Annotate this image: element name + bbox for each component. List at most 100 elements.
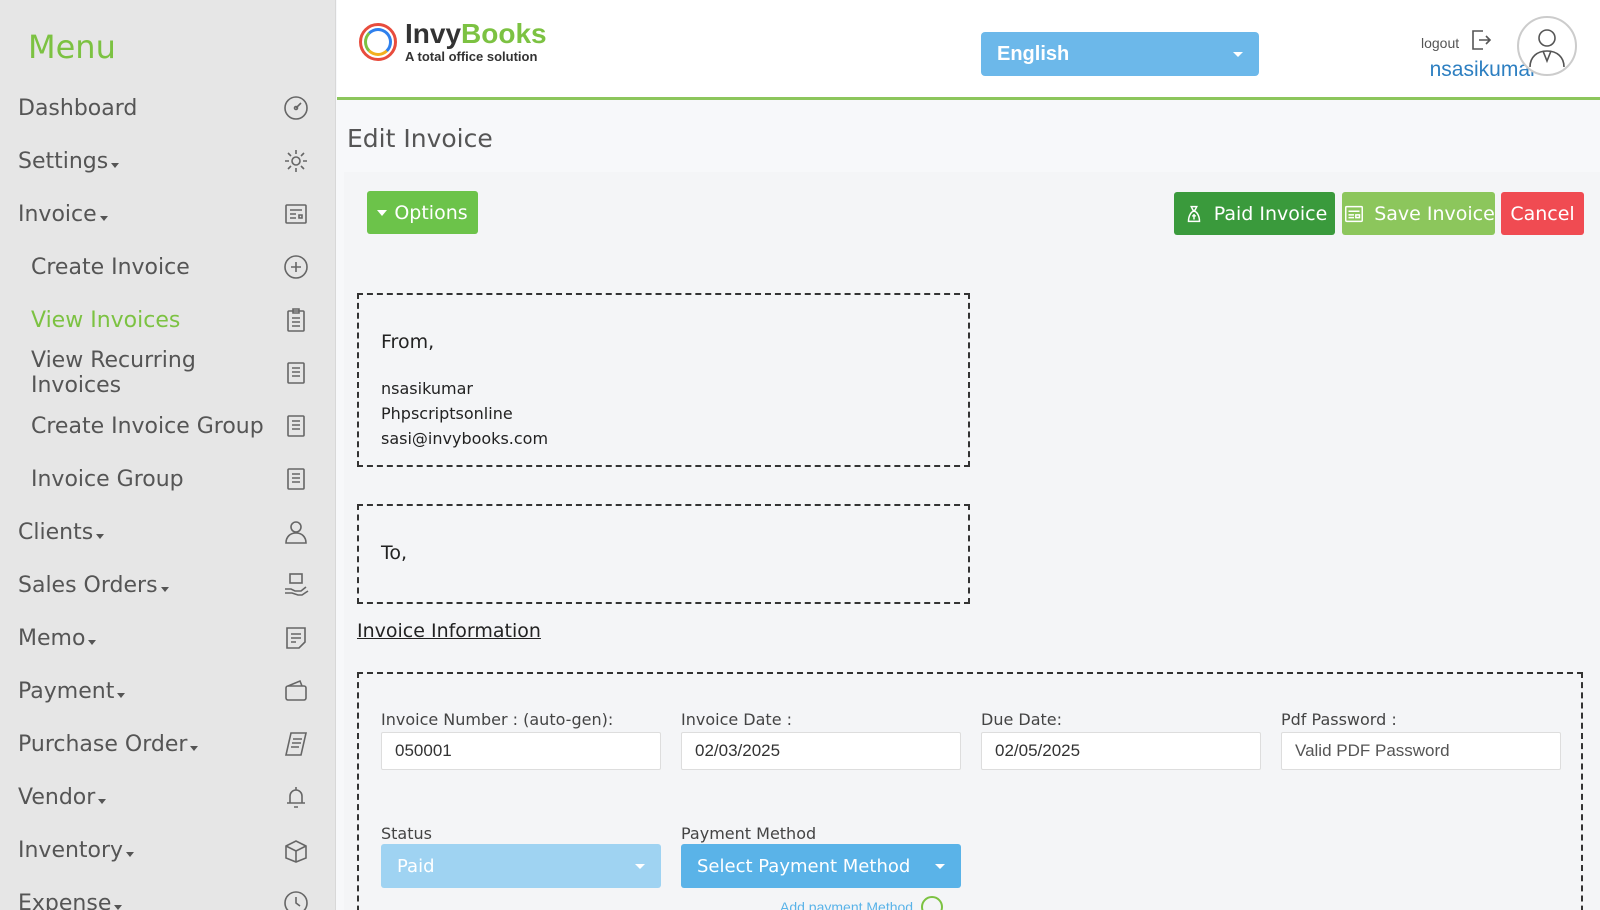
sidebar-item-label: Expense (18, 890, 112, 910)
options-button[interactable]: Options (367, 191, 478, 234)
sidebar-item-dashboard[interactable]: Dashboard (0, 82, 335, 134)
sidebar-item-invoice-group[interactable]: Invoice Group (0, 453, 335, 505)
document-list-icon (282, 359, 310, 387)
sidebar-item-view-recurring-invoices[interactable]: View Recurring Invoices (0, 347, 335, 399)
user-avatar-icon (1529, 29, 1565, 68)
due-date-input[interactable]: 02/05/2025 (981, 732, 1261, 770)
cancel-button[interactable]: Cancel (1501, 192, 1584, 235)
clock-icon (282, 889, 310, 910)
document-list-icon (282, 465, 310, 493)
invoice-date-label: Invoice Date : (681, 710, 793, 729)
plus-circle-icon (282, 253, 310, 281)
invoice-date-input[interactable]: 02/03/2025 (681, 732, 961, 770)
sidebar-item-label: Create Invoice Group (31, 413, 264, 439)
logo-name-invy: Invy (405, 18, 462, 49)
sidebar-item-label: Payment (18, 678, 115, 704)
sidebar-item-expense[interactable]: Expense (0, 877, 335, 910)
box-icon (282, 836, 310, 864)
sidebar-item-label: View Recurring Invoices (31, 348, 196, 398)
caret-down-icon (96, 533, 105, 539)
add-payment-method-label: Add payment Method (780, 899, 914, 910)
sidebar-item-label: Memo (18, 625, 86, 651)
pdf-password-label: Pdf Password : (1281, 710, 1397, 729)
document-list-icon (282, 412, 310, 440)
sidebar: Menu Dashboard Settings Invoice Create I… (0, 0, 336, 910)
avatar[interactable] (1517, 16, 1577, 76)
sidebar-item-memo[interactable]: Memo (0, 612, 335, 664)
sidebar-item-label: Dashboard (18, 95, 138, 121)
caret-down-icon (98, 798, 107, 804)
invoice-number-label: Invoice Number : (auto-gen): (381, 710, 614, 729)
sidebar-item-invoice[interactable]: Invoice (0, 188, 335, 240)
logout-label: logout (1421, 34, 1460, 51)
invoice-number-input[interactable]: 050001 (381, 732, 661, 770)
caret-down-icon (190, 745, 199, 751)
receipt-icon (282, 730, 310, 758)
username-link[interactable]: nsasikumar (1391, 58, 1537, 82)
sidebar-item-sales-orders[interactable]: Sales Orders (0, 559, 335, 611)
paid-invoice-label: Paid Invoice (1213, 202, 1328, 225)
sidebar-item-inventory[interactable]: Inventory (0, 824, 335, 876)
logo-name: InvyBooks (405, 20, 547, 48)
sidebar-item-vendor[interactable]: Vendor (0, 771, 335, 823)
save-invoice-label: Save Invoice (1374, 202, 1495, 225)
sidebar-item-label: Purchase Order (18, 731, 188, 757)
from-name: nsasikumar (381, 379, 473, 398)
logo[interactable]: InvyBooks A total office solution (359, 20, 547, 63)
sidebar-item-label: Sales Orders (18, 572, 158, 598)
caret-down-icon (117, 692, 126, 698)
logo-tagline: A total office solution (405, 49, 538, 64)
invoice-icon (1342, 202, 1366, 226)
sidebar-item-purchase-order[interactable]: Purchase Order (0, 718, 335, 770)
language-select-value: English (997, 42, 1070, 65)
sidebar-item-clients[interactable]: Clients (0, 506, 335, 558)
sidebar-item-view-invoices[interactable]: View Invoices (0, 294, 335, 346)
language-select[interactable]: English (981, 32, 1259, 76)
caret-down-icon (114, 904, 123, 910)
chevron-down-icon (1233, 51, 1243, 57)
chevron-down-icon (935, 863, 945, 869)
sidebar-item-label: Inventory (18, 837, 124, 863)
caret-down-icon (160, 586, 169, 592)
pdf-password-input[interactable]: Valid PDF Password (1281, 732, 1561, 770)
sidebar-item-create-invoice-group[interactable]: Create Invoice Group (0, 400, 335, 452)
sidebar-item-create-invoice[interactable]: Create Invoice (0, 241, 335, 293)
sidebar-item-label: Create Invoice (31, 254, 190, 280)
add-payment-method-link[interactable]: Add payment Method (780, 896, 944, 910)
caret-down-icon (126, 851, 135, 857)
menu-title: Menu (28, 28, 116, 66)
dashboard-icon (282, 94, 310, 122)
due-date-label: Due Date: (981, 710, 1063, 729)
sidebar-item-settings[interactable]: Settings (0, 135, 335, 187)
invoice-information-link[interactable]: Invoice Information (357, 620, 541, 642)
payment-method-label: Payment Method (681, 824, 817, 843)
paid-invoice-button[interactable]: Paid Invoice (1174, 192, 1335, 235)
user-icon (282, 518, 310, 546)
logout-link[interactable]: logout (1421, 28, 1493, 57)
page-title: Edit Invoice (347, 124, 493, 153)
chevron-down-icon (635, 863, 645, 869)
sales-hand-icon (282, 571, 310, 599)
from-heading: From, (381, 331, 435, 353)
bell-icon (282, 783, 310, 811)
to-address-box[interactable]: To, (357, 504, 970, 604)
logout-icon (1469, 28, 1493, 57)
status-label: Status (381, 824, 432, 843)
sidebar-item-label: View Invoices (31, 307, 181, 333)
sidebar-item-label: Invoice (18, 201, 97, 227)
logo-name-books: Books (461, 18, 547, 49)
options-button-label: Options (394, 201, 468, 224)
payment-method-select[interactable]: Select Payment Method (681, 844, 961, 888)
invoice-icon (282, 200, 310, 228)
gear-icon (282, 147, 310, 175)
status-select[interactable]: Paid (381, 844, 661, 888)
save-invoice-button[interactable]: Save Invoice (1342, 192, 1495, 235)
invoice-information-box: Invoice Number : (auto-gen): 050001 Invo… (357, 672, 1583, 910)
from-email: sasi@invybooks.com (381, 429, 549, 448)
sidebar-item-label: Clients (18, 519, 94, 545)
from-company: Phpscriptsonline (381, 404, 513, 423)
from-address-box: From, nsasikumar Phpscriptsonline sasi@i… (357, 293, 970, 467)
sidebar-item-label: Vendor (18, 784, 96, 810)
sidebar-item-payment[interactable]: Payment (0, 665, 335, 717)
memo-icon (282, 624, 310, 652)
